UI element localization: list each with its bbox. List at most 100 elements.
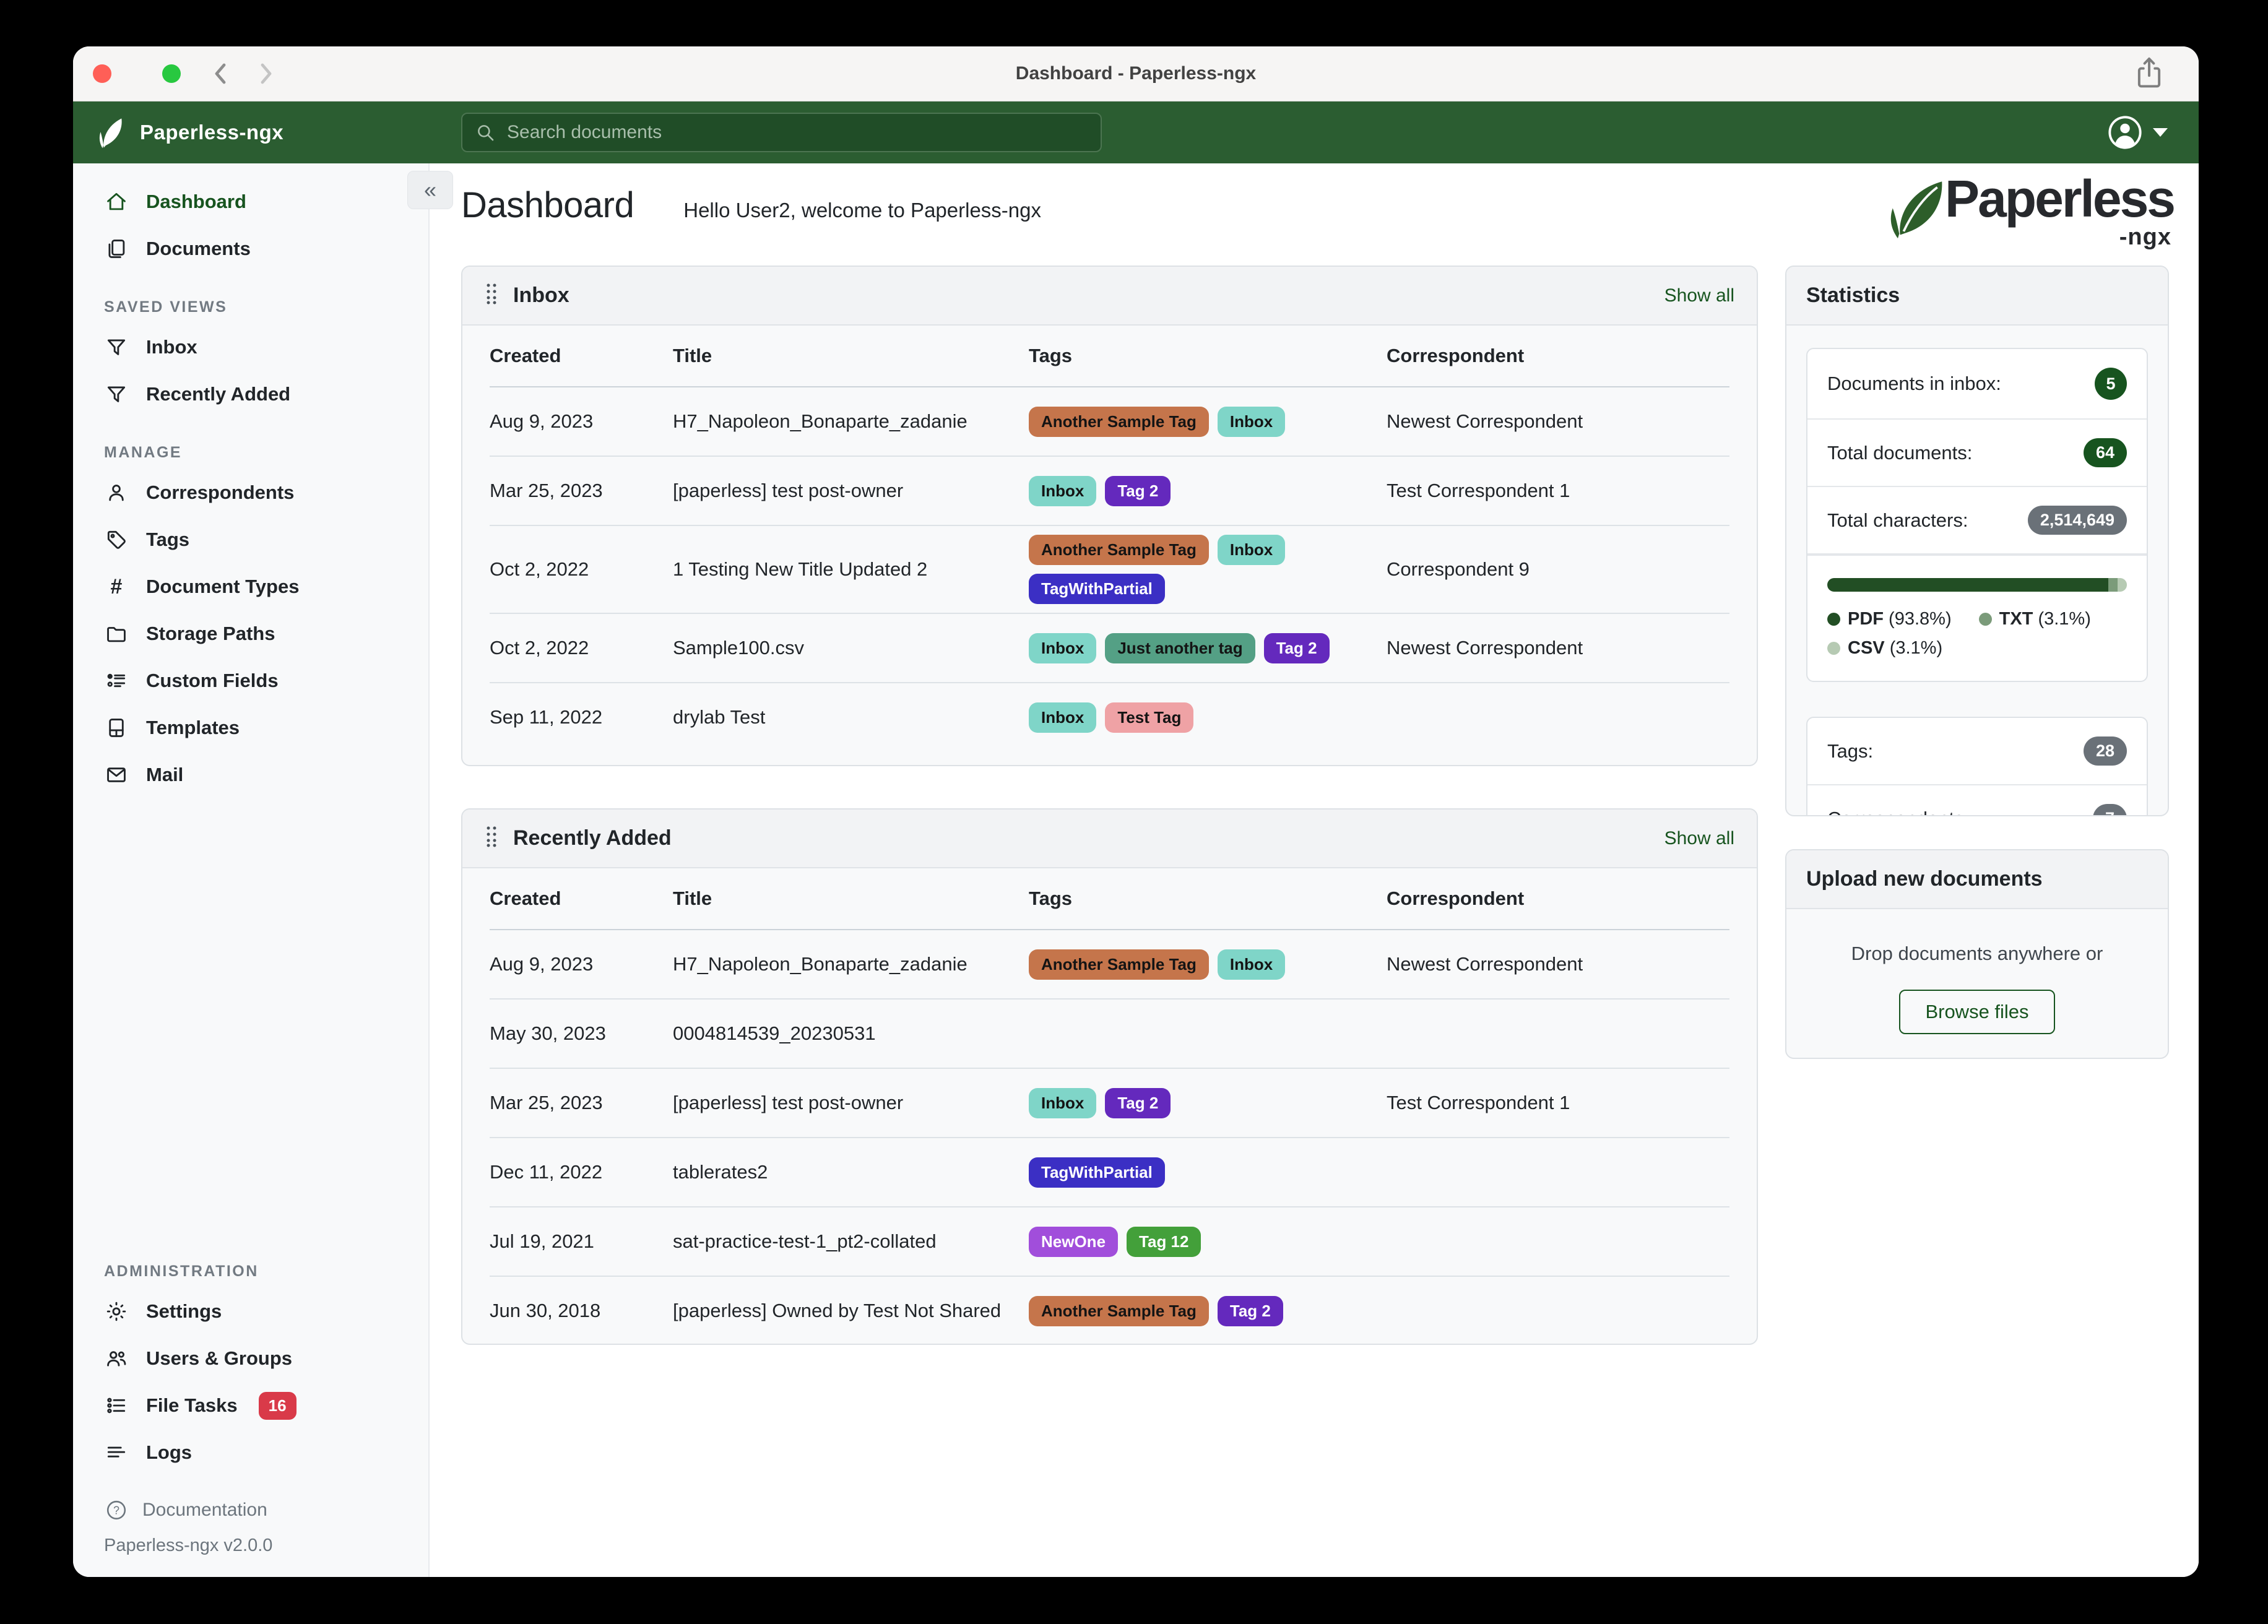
drag-handle-icon[interactable] xyxy=(485,824,498,852)
sidebar-item-file-tasks[interactable]: File Tasks 16 xyxy=(73,1382,428,1429)
sidebar-item-templates[interactable]: Templates xyxy=(73,704,428,751)
legend-dot xyxy=(1978,613,1992,626)
tag-pill[interactable]: Inbox xyxy=(1029,475,1097,506)
sidebar-item-inbox[interactable]: Inbox xyxy=(73,324,428,371)
sidebar-item-recently-added[interactable]: Recently Added xyxy=(73,371,428,418)
tag-pill[interactable]: Just another tag xyxy=(1105,633,1255,663)
table-row[interactable]: Mar 25, 2023 [paperless] test post-owner I… xyxy=(490,1069,1729,1138)
sidebar-item-dashboard[interactable]: Dashboard xyxy=(73,178,428,225)
cell-title[interactable]: [paperless] test post-owner xyxy=(673,480,1029,502)
sidebar: Dashboard Documents SAVED VIEWS Inbox Recent… xyxy=(73,163,430,1577)
user-menu-button[interactable] xyxy=(2103,114,2171,151)
cell-title[interactable]: 1 Testing New Title Updated 2 xyxy=(673,558,1029,581)
tag-pill[interactable]: Another Sample Tag xyxy=(1029,535,1209,565)
sidebar-collapse-button[interactable]: « xyxy=(407,171,453,209)
widget-title: Inbox xyxy=(513,283,569,307)
column-header: Title xyxy=(673,888,712,909)
table-row[interactable]: Jul 19, 2021 sat-practice-test-1_pt2-coll… xyxy=(490,1207,1729,1277)
sidebar-item-logs[interactable]: Logs xyxy=(73,1429,428,1476)
column-header: Correspondent xyxy=(1387,345,1525,366)
table-row[interactable]: Oct 2, 2022 Sample100.csv Inbox Just anothe… xyxy=(490,614,1729,683)
tag-pill[interactable]: Test Tag xyxy=(1105,702,1194,733)
tag-pill[interactable]: Inbox xyxy=(1217,406,1286,437)
table-row[interactable]: Dec 11, 2022 tablerates2 TagWithPartial xyxy=(490,1138,1729,1207)
tag-pill[interactable]: Tag 2 xyxy=(1263,633,1330,663)
upload-dropzone[interactable]: Drop documents anywhere or Browse files xyxy=(1786,909,2168,1034)
tag-pill[interactable]: TagWithPartial xyxy=(1029,574,1165,604)
tag-pill[interactable]: Another Sample Tag xyxy=(1029,1295,1209,1326)
sidebar-item-label: Templates xyxy=(146,717,240,738)
table-row[interactable]: Oct 2, 2022 1 Testing New Title Updated 2… xyxy=(490,526,1729,614)
tag-pill[interactable]: Inbox xyxy=(1217,949,1286,980)
stat-row: Documents in inbox: 5 xyxy=(1807,349,2147,420)
main-content: Dashboard Hello User2, welcome to Paperl… xyxy=(430,163,2199,1577)
sidebar-section-heading: MANAGE xyxy=(104,444,183,461)
sidebar-item-storage-paths[interactable]: Storage Paths xyxy=(73,610,428,657)
table-row[interactable]: Sep 11, 2022 drylab Test Inbox Test Tag xyxy=(490,683,1729,751)
sidebar-item-documents[interactable]: Documents xyxy=(73,225,428,272)
sidebar-item-mail[interactable]: Mail xyxy=(73,751,428,798)
sidebar-item-users-groups[interactable]: Users & Groups xyxy=(73,1335,428,1382)
tag-pill[interactable]: TagWithPartial xyxy=(1029,1157,1165,1188)
brand[interactable]: Paperless-ngx xyxy=(94,115,284,150)
sidebar-item-settings[interactable]: Settings xyxy=(73,1288,428,1335)
show-all-link[interactable]: Show all xyxy=(1664,828,1734,849)
tag-pill[interactable]: Tag 2 xyxy=(1105,475,1171,506)
search-input[interactable] xyxy=(506,121,1088,144)
documentation-link[interactable]: ? Documentation xyxy=(73,1491,428,1529)
cell-title[interactable]: drylab Test xyxy=(673,706,1029,728)
sidebar-item-label: Logs xyxy=(146,1441,193,1463)
sidebar-item-tags[interactable]: Tags xyxy=(73,516,428,563)
sidebar-item-custom-fields[interactable]: Custom Fields xyxy=(73,657,428,704)
logo-suffix: -ngx xyxy=(2119,223,2171,250)
column-header: Title xyxy=(673,345,712,366)
stat-row: Total characters: 2,514,649 xyxy=(1807,487,2147,555)
tag-pill[interactable]: Tag 2 xyxy=(1105,1087,1171,1118)
cell-title[interactable]: [paperless] test post-owner xyxy=(673,1092,1029,1114)
tag-pill[interactable]: Inbox xyxy=(1029,1087,1097,1118)
table-row[interactable]: May 30, 2023 0004814539_20230531 xyxy=(490,1000,1729,1069)
back-icon[interactable] xyxy=(209,60,233,87)
close-button[interactable] xyxy=(93,64,111,83)
sidebar-item-correspondents[interactable]: Correspondents xyxy=(73,469,428,516)
cell-title[interactable]: H7_Napoleon_Bonaparte_zadanie xyxy=(673,410,1029,433)
sidebar-section-heading: SAVED VIEWS xyxy=(104,298,228,316)
cell-title[interactable]: 0004814539_20230531 xyxy=(673,1022,1029,1045)
cell-title[interactable]: tablerates2 xyxy=(673,1161,1029,1183)
share-icon[interactable] xyxy=(2132,54,2166,93)
cell-title[interactable]: Sample100.csv xyxy=(673,637,1029,659)
table-row[interactable]: Aug 9, 2023 H7_Napoleon_Bonaparte_zadanie… xyxy=(490,930,1729,1000)
sidebar-item-label: File Tasks xyxy=(146,1394,238,1416)
column-header: Created xyxy=(490,345,561,366)
forward-icon[interactable] xyxy=(254,60,277,87)
minimize-button[interactable] xyxy=(128,64,146,83)
table-row[interactable]: Mar 25, 2023 [paperless] test post-owner I… xyxy=(490,457,1729,526)
tag-pill[interactable]: Another Sample Tag xyxy=(1029,406,1209,437)
zoom-button[interactable] xyxy=(162,64,181,83)
tasks-icon xyxy=(104,1394,129,1417)
tag-pill[interactable]: Tag 2 xyxy=(1217,1295,1283,1326)
browse-files-button[interactable]: Browse files xyxy=(1899,990,2055,1034)
stat-count-row: Correspondents: 7 xyxy=(1807,785,2147,815)
tag-pill[interactable]: Tag 12 xyxy=(1127,1226,1201,1257)
cell-correspondent: Test Correspondent 1 xyxy=(1387,480,1570,501)
legend-item: PDF (93.8%) xyxy=(1827,609,1952,629)
table-row[interactable]: Aug 9, 2023 H7_Napoleon_Bonaparte_zadanie… xyxy=(490,387,1729,457)
tag-pill[interactable]: Inbox xyxy=(1029,702,1097,733)
window-title: Dashboard - Paperless-ngx xyxy=(1015,63,1257,84)
cell-title[interactable]: H7_Napoleon_Bonaparte_zadanie xyxy=(673,953,1029,975)
tag-pill[interactable]: Inbox xyxy=(1217,535,1286,565)
drag-handle-icon[interactable] xyxy=(485,282,498,309)
tag-pill[interactable]: Another Sample Tag xyxy=(1029,949,1209,980)
tag-pill[interactable]: Inbox xyxy=(1029,633,1097,663)
stat-label: Tags: xyxy=(1827,740,1874,762)
documentation-label: Documentation xyxy=(142,1500,267,1520)
desktop-background: Dashboard - Paperless-ngx Paperless-ngx … xyxy=(0,0,2268,1624)
cell-title[interactable]: [paperless] Owned by Test Not Shared xyxy=(673,1300,1029,1322)
sidebar-item-document-types[interactable]: # Document Types xyxy=(73,563,428,610)
table-row[interactable]: Jun 30, 2018 [paperless] Owned by Test No… xyxy=(490,1277,1729,1344)
tag-pill[interactable]: NewOne xyxy=(1029,1226,1119,1257)
show-all-link[interactable]: Show all xyxy=(1664,285,1734,306)
cell-title[interactable]: sat-practice-test-1_pt2-collated xyxy=(673,1230,1029,1253)
stat-row: Total documents: 64 xyxy=(1807,420,2147,487)
